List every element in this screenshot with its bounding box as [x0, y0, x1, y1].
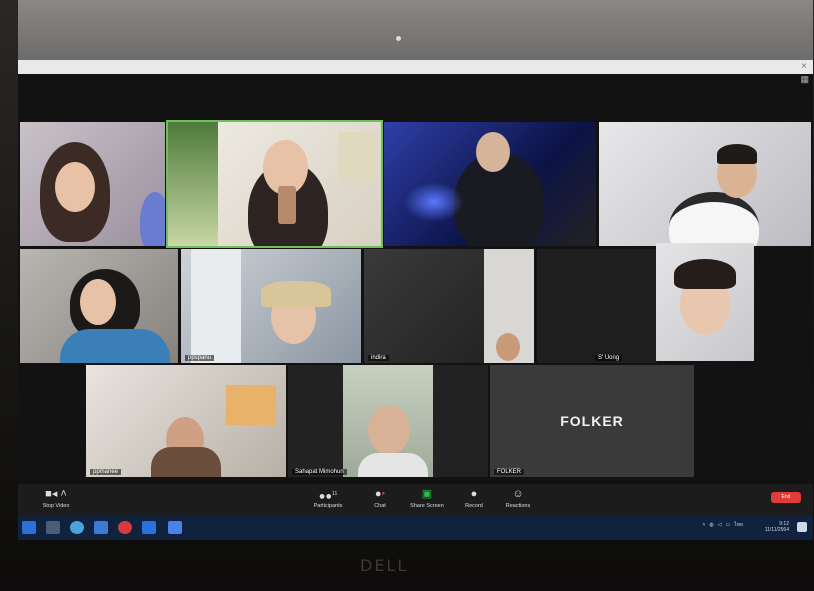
- participants-icon: ●●11: [318, 490, 338, 503]
- participant-name: FOLKER: [494, 469, 525, 475]
- participant-name: ppspanu: [185, 355, 215, 361]
- file-explorer-icon[interactable]: [94, 521, 108, 534]
- video-tile[interactable]: Sahapat Mimohun: [288, 365, 488, 477]
- windows-taskbar: ˄ ◍ ◁ ▭ ไทย 9:12 11/11/2564: [18, 516, 813, 540]
- participant-name: ppmanee: [90, 469, 122, 475]
- participant-name: Sahapat Mimohun: [292, 469, 347, 475]
- stop-video-button[interactable]: ■◂ ˄ Stop Video: [28, 487, 84, 509]
- language-indicator[interactable]: ไทย: [734, 521, 743, 529]
- notification-icon[interactable]: [797, 522, 807, 532]
- video-tile[interactable]: [656, 243, 754, 361]
- video-tile[interactable]: [384, 122, 596, 246]
- video-tile[interactable]: indira: [364, 249, 534, 363]
- participant-name-placeholder: FOLKER: [560, 413, 624, 429]
- clock[interactable]: 9:12 11/11/2564: [765, 521, 789, 533]
- gallery-view-icon[interactable]: ▦: [800, 74, 809, 85]
- search-icon[interactable]: [46, 521, 60, 534]
- webcam-icon: [396, 36, 401, 41]
- share-screen-icon: ▣: [421, 488, 433, 500]
- edge-icon[interactable]: [142, 521, 156, 534]
- participant-video: [669, 192, 759, 246]
- reactions-icon: ☺: [512, 488, 524, 500]
- plant-decor: [168, 122, 218, 246]
- phone-icon: [278, 186, 296, 224]
- close-icon[interactable]: ×: [801, 61, 807, 72]
- participants-button[interactable]: ●●11 Participants: [300, 487, 356, 509]
- windows-start-icon[interactable]: [22, 521, 36, 534]
- zoom-taskbar-icon[interactable]: [168, 521, 182, 534]
- participant-video: [674, 259, 736, 289]
- reactions-button[interactable]: ☺ Reactions: [490, 487, 546, 509]
- video-tile[interactable]: ppspanu: [181, 249, 361, 363]
- video-tile[interactable]: ppmanee: [86, 365, 286, 477]
- browser-icon[interactable]: [70, 521, 84, 534]
- record-icon: ●: [470, 488, 478, 500]
- chrome-icon[interactable]: [118, 521, 132, 534]
- participants-count: 11: [332, 491, 338, 497]
- end-meeting-button[interactable]: End: [771, 492, 801, 503]
- background-wall: [18, 0, 813, 60]
- system-tray: ˄ ◍ ◁ ▭ ไทย: [702, 521, 743, 529]
- volume-icon[interactable]: ◁: [718, 522, 722, 528]
- chat-icon: ●●: [374, 488, 386, 500]
- video-tile[interactable]: [20, 122, 165, 246]
- network-icon[interactable]: ◍: [709, 522, 713, 528]
- video-tile[interactable]: [20, 249, 178, 363]
- battery-icon[interactable]: ▭: [726, 522, 731, 528]
- video-tile-active-speaker[interactable]: [166, 120, 383, 248]
- dell-logo: DELL: [360, 556, 409, 575]
- participant-name: S' Uong: [595, 355, 623, 361]
- participant-name: indira: [368, 355, 389, 361]
- chevron-up-icon[interactable]: ˄: [702, 522, 705, 528]
- video-tile[interactable]: [599, 122, 811, 246]
- video-camera-icon: ■◂ ˄: [45, 488, 67, 500]
- video-tile[interactable]: FOLKER FOLKER: [490, 365, 694, 477]
- video-tile[interactable]: S' Uong: [537, 249, 657, 363]
- laptop-screen: × ▦ ppspanu indira S' Uong ppmanee Sahap…: [18, 60, 813, 540]
- meeting-toolbar: ■◂ ˄ Stop Video ●●11 Participants ●● Cha…: [18, 484, 813, 516]
- zoom-title-bar: ×: [18, 60, 813, 74]
